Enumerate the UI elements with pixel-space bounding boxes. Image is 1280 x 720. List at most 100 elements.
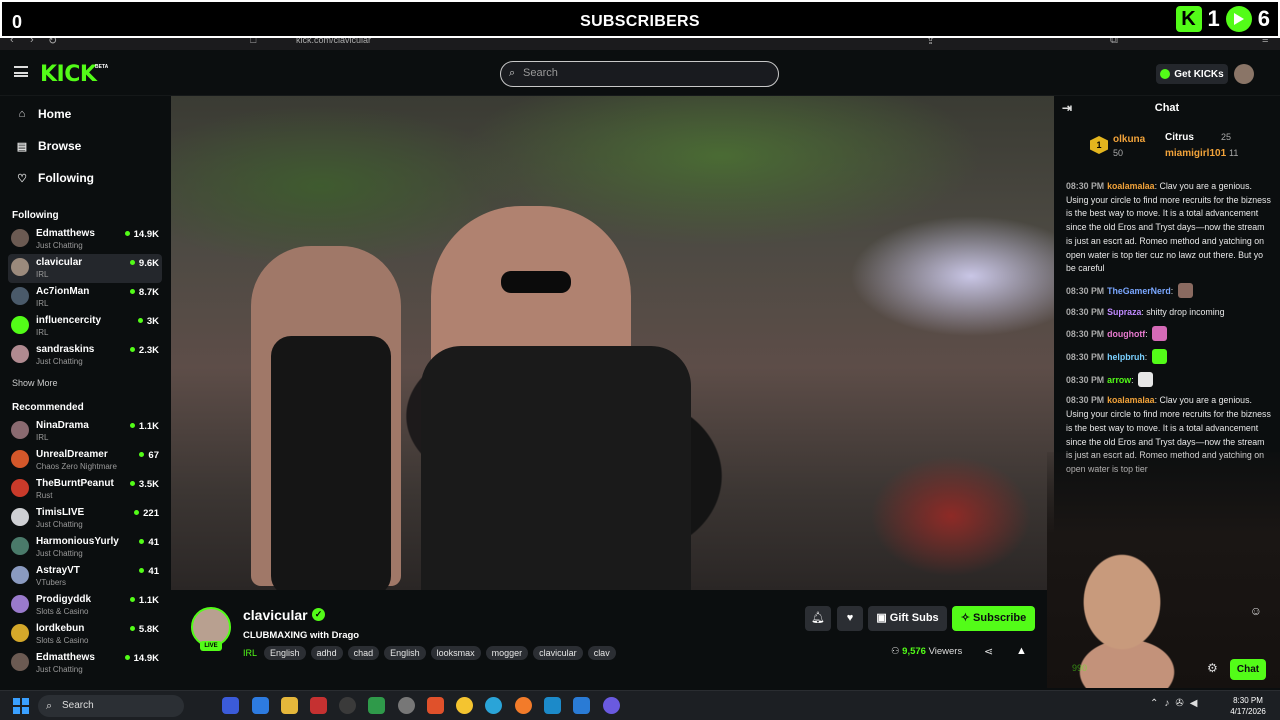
- notification-bell-button[interactable]: 🔔︎: [805, 606, 831, 631]
- discord-icon[interactable]: [603, 697, 620, 714]
- subscribe-button[interactable]: ✧ Subscribe: [952, 606, 1035, 631]
- tag[interactable]: clavicular: [533, 646, 583, 660]
- brave-browser-icon[interactable]: [427, 697, 444, 714]
- channel-avatar: [11, 450, 29, 468]
- sidebar-channel[interactable]: TheBurntPeanut Rust 3.5K: [8, 475, 162, 504]
- app-icon[interactable]: [398, 697, 415, 714]
- channel-name: AstrayVT: [36, 565, 80, 576]
- overlay-counters: K 1 6: [1175, 6, 1270, 32]
- sidebar-channel[interactable]: Edmatthews Just Chatting 14.9K: [8, 649, 162, 678]
- channel-name: influencercity: [36, 315, 102, 326]
- app-icon[interactable]: [544, 697, 561, 714]
- channel-name[interactable]: clavicular: [243, 607, 308, 623]
- channel-viewers: 3.5K: [130, 479, 159, 490]
- sidebar-channel[interactable]: AstrayVT VTubers 41: [8, 562, 162, 591]
- sidebar-channel[interactable]: NinaDrama IRL 1.1K: [8, 417, 162, 446]
- collapse-chat-icon[interactable]: ⇥: [1062, 96, 1072, 120]
- tag[interactable]: chad: [347, 646, 380, 660]
- firefox-icon[interactable]: [515, 697, 532, 714]
- message-text: Clav you are a genious. Using your circl…: [1066, 181, 1271, 274]
- kick-logo[interactable]: KICK: [40, 62, 97, 87]
- nav-following[interactable]: ♡ Following: [0, 162, 170, 194]
- sidebar-channel[interactable]: Prodigyddk Slots & Casino 1.1K: [8, 591, 162, 620]
- chat-settings-icon[interactable]: ⚙: [1207, 661, 1218, 675]
- chat-message: 08:30 PM arrow:: [1066, 371, 1272, 388]
- edge-icon[interactable]: [485, 697, 502, 714]
- emote-picker-icon[interactable]: ☺: [1250, 604, 1262, 618]
- channel-viewers: 5.8K: [130, 624, 159, 635]
- message-username[interactable]: doughotf: [1107, 329, 1145, 339]
- gift-subs-button[interactable]: ▣ Gift Subs: [868, 606, 947, 631]
- app-icon[interactable]: [222, 697, 239, 714]
- show-more-link[interactable]: Show More: [0, 378, 170, 388]
- channel-avatar: [11, 624, 29, 642]
- nav-browse[interactable]: ▤ Browse: [0, 130, 170, 162]
- send-chat-button[interactable]: Chat: [1230, 659, 1266, 680]
- vscode-icon[interactable]: [573, 697, 590, 714]
- category-link[interactable]: IRL: [243, 648, 257, 658]
- message-username[interactable]: TheGamerNerd: [1107, 286, 1171, 296]
- channel-viewers: 1.1K: [130, 595, 159, 606]
- hamburger-menu-icon[interactable]: [14, 66, 28, 77]
- taskbar-clock[interactable]: 8:30 PM 4/17/2026: [1226, 695, 1270, 717]
- channel-category: IRL: [36, 433, 49, 442]
- taskbar-search[interactable]: ⌕ Search: [38, 695, 184, 717]
- app-icon[interactable]: [310, 697, 327, 714]
- tag[interactable]: English: [384, 646, 426, 660]
- message-username[interactable]: arrow: [1107, 375, 1131, 385]
- file-explorer-icon[interactable]: [281, 697, 298, 714]
- app-icon[interactable]: [339, 697, 356, 714]
- chrome-icon[interactable]: [456, 697, 473, 714]
- message-username[interactable]: koalamalaa: [1107, 395, 1154, 405]
- share-icon[interactable]: ⋖: [984, 645, 993, 658]
- sidebar-channel[interactable]: influencercity IRL 3K: [8, 312, 162, 341]
- channel-name: clavicular: [36, 257, 83, 268]
- channel-viewers: 67: [139, 450, 159, 461]
- leader-first-value: 50: [1113, 148, 1124, 158]
- report-icon[interactable]: ▲: [1016, 645, 1027, 657]
- app-icon[interactable]: [368, 697, 385, 714]
- tag[interactable]: clav: [587, 646, 616, 660]
- get-kicks-button[interactable]: Get KICKs: [1156, 64, 1228, 84]
- channel-name: TheBurntPeanut: [36, 478, 114, 489]
- video-player[interactable]: [171, 96, 1054, 590]
- tag[interactable]: looksmax: [430, 646, 481, 660]
- channel-avatar: [11, 595, 29, 613]
- taskbar-search-label: Search: [62, 700, 94, 711]
- user-avatar[interactable]: [1234, 64, 1254, 84]
- search-icon: ⌕: [509, 67, 516, 79]
- sidebar-channel[interactable]: clavicular IRL 9.6K: [8, 254, 162, 283]
- tag[interactable]: mogger: [485, 646, 529, 660]
- channel-info-bar: LIVE clavicular ✓ CLUBMAXING with Drago …: [171, 590, 1054, 690]
- channel-viewers: 14.9K: [125, 653, 159, 664]
- sidebar-channel[interactable]: UnrealDreamer Chaos Zero Nightmare 67: [8, 446, 162, 475]
- channel-category: IRL: [36, 299, 49, 308]
- sidebar-channel[interactable]: sandraskins Just Chatting 2.3K: [8, 341, 162, 370]
- tag[interactable]: adhd: [310, 646, 343, 660]
- sidebar-channel[interactable]: Edmatthews Just Chatting 14.9K: [8, 225, 162, 254]
- message-username[interactable]: koalamalaa: [1107, 181, 1154, 191]
- play-icon: [1225, 6, 1252, 32]
- leader-second-name: Citrus: [1165, 132, 1194, 143]
- app-icon[interactable]: [252, 697, 269, 714]
- sidebar-channel[interactable]: Ac7ionMan IRL 8.7K: [8, 283, 162, 312]
- follow-heart-button[interactable]: ♥: [837, 606, 863, 631]
- tag[interactable]: English: [264, 646, 306, 660]
- sidebar-channel[interactable]: TimisLIVE Just Chatting 221: [8, 504, 162, 533]
- message-username[interactable]: helpbruh: [1107, 352, 1145, 362]
- kick-logo-icon: K: [1175, 6, 1202, 32]
- message-username[interactable]: Supraza: [1107, 307, 1141, 317]
- nav-home[interactable]: ⌂ Home: [0, 98, 170, 130]
- star-icon: ✧: [960, 612, 974, 624]
- search-input[interactable]: ⌕ Search: [500, 61, 779, 87]
- system-tray[interactable]: ⌃♪✇◀: [1150, 698, 1203, 709]
- channel-category: Just Chatting: [36, 520, 83, 529]
- verified-icon: ✓: [312, 608, 325, 621]
- chat-message: 08:30 PM helpbruh:: [1066, 349, 1272, 365]
- sidebar-channel[interactable]: lordkebun Slots & Casino 5.8K: [8, 620, 162, 649]
- overlay-count-2: 6: [1257, 6, 1270, 31]
- channel-name: HarmoniousYurly: [36, 536, 119, 547]
- sidebar-channel[interactable]: HarmoniousYurly Just Chatting 41: [8, 533, 162, 562]
- windows-start-icon[interactable]: [13, 698, 29, 714]
- message-text: shitty drop incoming: [1146, 306, 1225, 317]
